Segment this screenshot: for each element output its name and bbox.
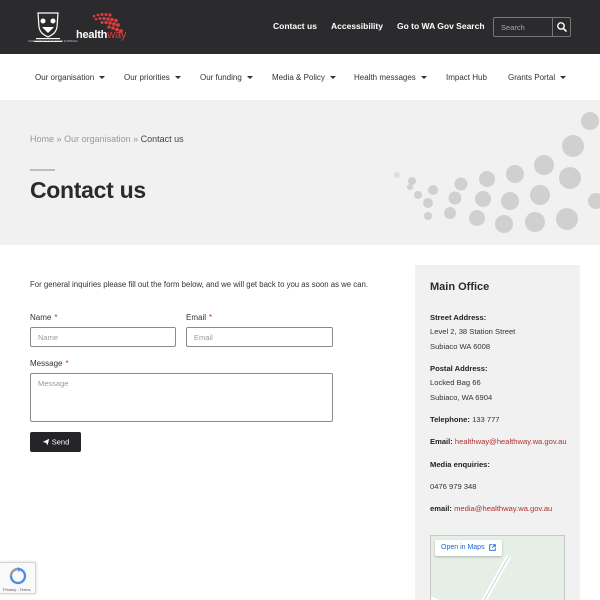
caret-down-icon bbox=[246, 76, 253, 80]
search-button[interactable] bbox=[552, 18, 570, 36]
breadcrumb-our-organisation-link[interactable]: Our organisation bbox=[64, 134, 131, 144]
required-marker: * bbox=[209, 313, 213, 322]
nav-item-our-organisation[interactable]: Our organisation bbox=[35, 73, 106, 82]
breadcrumb-separator: » bbox=[56, 134, 62, 144]
caret-down-icon bbox=[99, 76, 106, 80]
title-rule bbox=[30, 169, 55, 171]
postal-line-2: Subiaco, WA 6904 bbox=[430, 393, 493, 402]
email-input[interactable] bbox=[186, 327, 333, 347]
external-link-icon bbox=[488, 543, 496, 551]
recaptcha-links[interactable]: Privacy - Terms bbox=[3, 587, 30, 592]
caret-down-icon bbox=[174, 76, 181, 80]
street-line-2: Subiaco WA 6008 bbox=[430, 342, 491, 351]
street-label: Street Address: bbox=[430, 313, 487, 322]
media-email-link[interactable]: media@healthway.wa.gov.au bbox=[454, 504, 552, 513]
message-label: Message * bbox=[30, 359, 69, 368]
breadcrumb: Home » Our organisation » Contact us bbox=[30, 134, 184, 144]
search-icon bbox=[557, 22, 567, 32]
form-intro: For general inquiries please fill out th… bbox=[30, 280, 369, 289]
top-link-wa-gov-search[interactable]: Go to WA Gov Search bbox=[397, 21, 485, 31]
required-marker: * bbox=[54, 313, 58, 322]
nav-item-media-policy[interactable]: Media & Policy bbox=[272, 73, 336, 82]
office-email-link[interactable]: healthway@healthway.wa.gov.au bbox=[455, 437, 567, 446]
caret-down-icon bbox=[329, 76, 336, 80]
telephone-value: 133 777 bbox=[472, 415, 500, 424]
caret-down-icon bbox=[420, 76, 427, 80]
nav-label: Media & Policy bbox=[272, 73, 325, 82]
paper-plane-icon bbox=[42, 439, 49, 446]
postal-label: Postal Address: bbox=[430, 364, 488, 373]
send-button[interactable]: Send bbox=[30, 432, 81, 452]
top-link-accessibility[interactable]: Accessibility bbox=[331, 21, 383, 31]
search-input[interactable] bbox=[494, 18, 552, 36]
top-link-contact-us[interactable]: Contact us bbox=[273, 21, 317, 31]
send-label: Send bbox=[51, 437, 70, 447]
breadcrumb-separator: » bbox=[133, 134, 139, 144]
open-in-maps-button[interactable]: Open in Maps bbox=[435, 540, 502, 556]
decorative-dot-pattern bbox=[394, 112, 600, 233]
open-in-maps-label: Open in Maps bbox=[441, 544, 485, 551]
telephone-row: Telephone: 133 777 bbox=[430, 415, 500, 424]
nav-label: Grants Portal bbox=[508, 73, 556, 82]
email-label: Email * bbox=[186, 313, 213, 322]
office-map[interactable]: Open in Maps bbox=[430, 535, 565, 600]
nav-item-our-funding[interactable]: Our funding bbox=[200, 73, 253, 82]
message-textarea[interactable] bbox=[30, 373, 333, 422]
recaptcha-badge[interactable]: Privacy - Terms bbox=[0, 562, 36, 594]
healthway-wordmark: healthway bbox=[76, 29, 127, 41]
nav-label: Impact Hub bbox=[446, 73, 487, 82]
name-input[interactable] bbox=[30, 327, 176, 347]
top-bar: healthway GOVERNMENT OF WESTERN AUSTRALI… bbox=[0, 0, 600, 54]
page-title: Contact us bbox=[30, 177, 146, 203]
nav-label: Our priorities bbox=[124, 73, 170, 82]
nav-label: Our organisation bbox=[35, 73, 95, 82]
nav-label: Our funding bbox=[200, 73, 242, 82]
street-line-1: Level 2, 38 Station Street bbox=[430, 327, 516, 336]
media-phone: 0476 979 348 bbox=[430, 482, 477, 491]
email-row: Email: healthway@healthway.wa.gov.au bbox=[430, 437, 567, 446]
breadcrumb-current: Contact us bbox=[140, 134, 184, 144]
postal-line-1: Locked Bag 66 bbox=[430, 378, 481, 387]
name-label: Name * bbox=[30, 313, 58, 322]
page-hero: Home » Our organisation » Contact us Con… bbox=[0, 101, 600, 245]
media-email-row: email: media@healthway.wa.gov.au bbox=[430, 504, 553, 513]
nav-label: Health messages bbox=[354, 73, 416, 82]
nav-item-impact-hub[interactable]: Impact Hub bbox=[446, 73, 487, 82]
breadcrumb-home-link[interactable]: Home bbox=[30, 134, 54, 144]
caret-down-icon bbox=[560, 76, 567, 80]
nav-item-our-priorities[interactable]: Our priorities bbox=[124, 73, 181, 82]
main-nav: Our organisation Our priorities Our fund… bbox=[0, 54, 600, 101]
media-label: Media enquiries: bbox=[430, 460, 490, 469]
recaptcha-icon bbox=[9, 567, 27, 585]
main-office-panel: Main Office Street Address: Level 2, 38 … bbox=[415, 265, 580, 600]
search-box bbox=[493, 17, 571, 37]
nav-item-health-messages[interactable]: Health messages bbox=[354, 73, 427, 82]
office-title: Main Office bbox=[430, 281, 490, 293]
crest-text: GOVERNMENT OF WESTERN AUSTRALIA bbox=[28, 40, 78, 43]
nav-item-grants-portal[interactable]: Grants Portal bbox=[508, 73, 567, 82]
required-marker: * bbox=[65, 359, 69, 368]
